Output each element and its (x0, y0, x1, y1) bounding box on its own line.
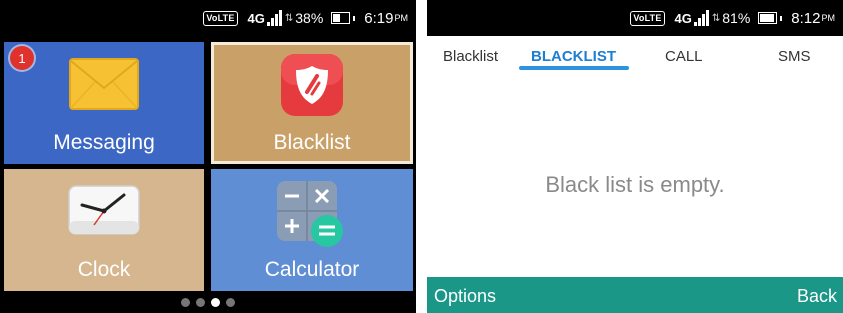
volte-indicator: VoLTE (203, 10, 238, 26)
tab-sms[interactable]: SMS (778, 48, 811, 65)
page-dot (181, 297, 190, 307)
app-tile-clock[interactable]: Clock (4, 169, 204, 291)
tile-label-messaging: Messaging (53, 131, 155, 154)
app-tile-messaging[interactable]: 1 Messaging (4, 42, 204, 164)
battery-tip (780, 15, 783, 21)
signal-icon (693, 10, 709, 26)
tile-label-calculator: Calculator (264, 258, 360, 281)
options-softkey[interactable]: Options (434, 286, 496, 307)
empty-state-message: Black list is empty. (545, 172, 725, 197)
tile-label-clock: Clock (77, 258, 131, 281)
clock-ampm: PM (821, 13, 836, 23)
calculator-icon (277, 181, 343, 247)
battery-percent: 38% (295, 10, 324, 26)
active-tab-indicator (519, 66, 629, 70)
clock-ampm: PM (394, 13, 409, 23)
data-activity-icon: ⇅ (284, 12, 294, 24)
softkey-bar: Options Back (427, 277, 843, 313)
page-indicator (0, 294, 416, 310)
tab-blacklist-title[interactable]: Blacklist (443, 48, 498, 65)
home-screen: VoLTE 4G ⇅ 38% 6:19 PM 1 Messaging Black… (0, 0, 416, 313)
battery-icon (331, 12, 351, 24)
network-type: 4G (674, 10, 692, 26)
clock-time: 8:12 (791, 9, 821, 27)
battery-tip (353, 15, 356, 21)
tab-blacklist[interactable]: BLACKLIST (531, 48, 616, 65)
unread-badge: 1 (10, 46, 34, 70)
battery-icon (758, 12, 778, 24)
shield-block-icon (281, 54, 343, 116)
app-tile-calculator[interactable]: Calculator (211, 169, 413, 291)
blacklist-screen: VoLTE 4G ⇅ 81% 8:12 PM Blacklist BLACKLI… (427, 0, 843, 313)
volte-indicator: VoLTE (630, 10, 665, 26)
back-softkey[interactable]: Back (797, 286, 837, 307)
status-bar: VoLTE 4G ⇅ 38% 6:19 PM (0, 0, 416, 36)
page-dot (196, 297, 205, 307)
page-dot (226, 297, 235, 307)
signal-icon (266, 10, 282, 26)
page-dot-active (211, 297, 220, 307)
envelope-icon (69, 58, 139, 110)
tab-call[interactable]: CALL (665, 48, 703, 65)
data-activity-icon: ⇅ (711, 12, 721, 24)
network-type: 4G (247, 10, 265, 26)
clock-time: 6:19 (364, 9, 394, 27)
tile-label-blacklist: Blacklist (273, 131, 351, 154)
clock-icon (68, 185, 140, 235)
app-tile-blacklist[interactable]: Blacklist (211, 42, 413, 164)
status-bar: VoLTE 4G ⇅ 81% 8:12 PM (427, 0, 843, 36)
tab-bar: Blacklist BLACKLIST CALL SMS (427, 36, 843, 74)
battery-percent: 81% (722, 10, 751, 26)
